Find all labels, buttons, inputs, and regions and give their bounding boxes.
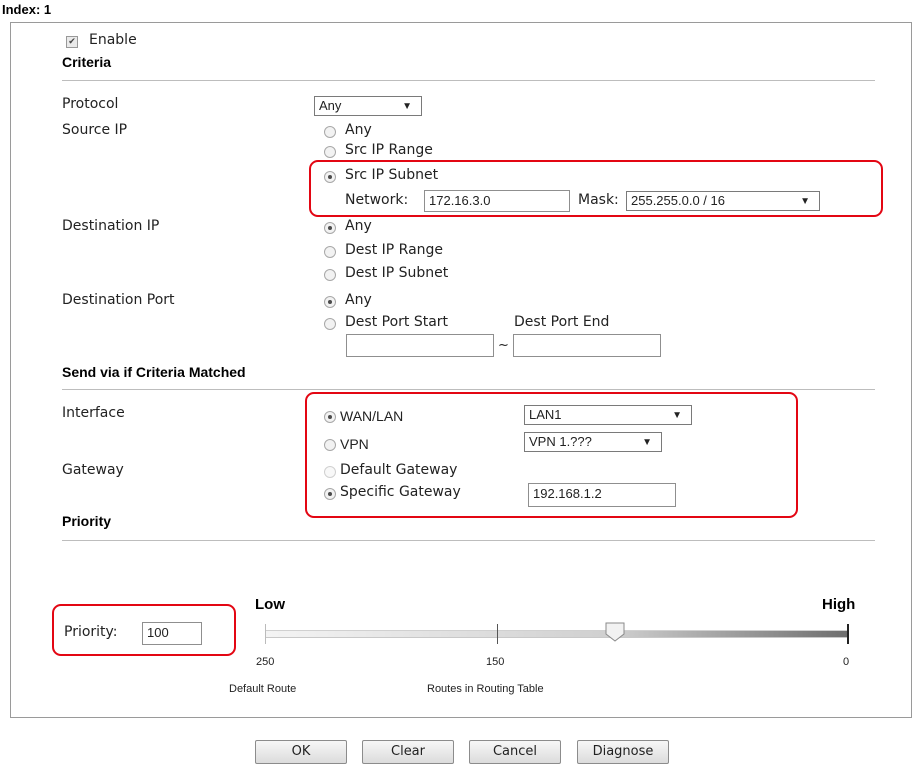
slider-tick-0: [847, 624, 849, 644]
tick-label-250: 250: [256, 656, 275, 668]
cancel-button[interactable]: Cancel: [469, 740, 561, 764]
default-gateway-radio[interactable]: [324, 466, 336, 478]
port-start-label: Dest Port Start: [345, 314, 449, 330]
network-label: Network:: [345, 192, 409, 208]
port-end-input[interactable]: [513, 334, 661, 357]
src-any-label: Any: [345, 122, 372, 138]
default-route-label: Default Route: [229, 683, 297, 695]
destination-ip-label: Destination IP: [62, 218, 160, 234]
priority-input[interactable]: 100: [142, 622, 202, 645]
wan-lan-value: LAN1: [529, 407, 562, 422]
network-input[interactable]: 172.16.3.0: [424, 190, 570, 212]
mask-value: 255.255.0.0 / 16: [631, 193, 725, 208]
mask-select[interactable]: 255.255.0.0 / 16 ▼: [626, 191, 820, 211]
slider-tick-250: [265, 624, 266, 644]
gateway-label: Gateway: [62, 462, 124, 478]
criteria-heading: Criteria: [62, 54, 112, 70]
ok-button[interactable]: OK: [255, 740, 347, 764]
chevron-down-icon: ▼: [800, 196, 810, 207]
specific-gateway-radio[interactable]: [324, 488, 336, 500]
port-any-radio[interactable]: [324, 296, 336, 308]
priority-divider: [62, 540, 875, 541]
send-via-divider: [62, 389, 875, 390]
port-range-separator: ~: [498, 338, 509, 353]
dest-any-label: Any: [345, 218, 372, 234]
port-end-label: Dest Port End: [514, 314, 610, 330]
tick-label-150: 150: [486, 656, 505, 668]
vpn-radio[interactable]: [324, 439, 336, 451]
protocol-select[interactable]: Any ▼: [314, 96, 422, 116]
specific-gateway-label: Specific Gateway: [340, 484, 461, 500]
chevron-down-icon: ▼: [642, 437, 652, 448]
priority-label: Priority:: [64, 624, 118, 640]
diagnose-button[interactable]: Diagnose: [577, 740, 669, 764]
specific-gateway-input[interactable]: 192.168.1.2: [528, 483, 676, 507]
dest-any-radio[interactable]: [324, 222, 336, 234]
send-via-heading: Send via if Criteria Matched: [62, 364, 246, 380]
src-ip-subnet-label: Src IP Subnet: [345, 167, 439, 183]
criteria-divider: [62, 80, 875, 81]
enable-checkbox[interactable]: ✔: [66, 36, 78, 48]
src-any-radio[interactable]: [324, 126, 336, 138]
src-ip-range-label: Src IP Range: [345, 142, 433, 158]
vpn-select[interactable]: VPN 1.??? ▼: [524, 432, 662, 452]
high-label: High: [822, 596, 856, 613]
protocol-value: Any: [319, 98, 342, 113]
port-start-input[interactable]: [346, 334, 494, 357]
priority-heading: Priority: [62, 513, 112, 529]
vpn-label: VPN: [340, 436, 369, 452]
port-start-radio[interactable]: [324, 318, 336, 330]
chevron-down-icon: ▼: [672, 410, 682, 421]
src-ip-range-radio[interactable]: [324, 146, 336, 158]
index-label: Index: 1: [2, 2, 52, 17]
vpn-value: VPN 1.???: [529, 434, 592, 449]
mask-label: Mask:: [578, 192, 619, 208]
low-label: Low: [255, 596, 285, 613]
dest-ip-range-label: Dest IP Range: [345, 242, 444, 258]
priority-slider-track[interactable]: [265, 630, 848, 638]
enable-label: Enable: [89, 32, 137, 48]
clear-button[interactable]: Clear: [362, 740, 454, 764]
dest-ip-subnet-label: Dest IP Subnet: [345, 265, 449, 281]
priority-slider-thumb[interactable]: [604, 622, 626, 642]
destination-port-label: Destination Port: [62, 292, 175, 308]
default-gateway-label: Default Gateway: [340, 462, 458, 478]
wan-lan-radio[interactable]: [324, 411, 336, 423]
wan-lan-select[interactable]: LAN1 ▼: [524, 405, 692, 425]
slider-tick-150: [497, 624, 498, 644]
interface-label: Interface: [62, 405, 125, 421]
wan-lan-label: WAN/LAN: [340, 408, 404, 424]
port-any-label: Any: [345, 292, 372, 308]
src-ip-subnet-radio[interactable]: [324, 171, 336, 183]
chevron-down-icon: ▼: [402, 101, 412, 112]
routes-in-table-label: Routes in Routing Table: [427, 683, 544, 695]
source-ip-label: Source IP: [62, 122, 128, 138]
dest-ip-range-radio[interactable]: [324, 246, 336, 258]
protocol-label: Protocol: [62, 96, 119, 112]
dest-ip-subnet-radio[interactable]: [324, 269, 336, 281]
tick-label-0: 0: [843, 656, 850, 668]
